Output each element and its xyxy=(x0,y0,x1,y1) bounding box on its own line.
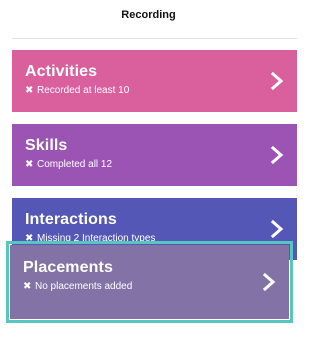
card-status: ✖ Recorded at least 10 xyxy=(25,84,297,97)
card-status: ✖ No placements added xyxy=(23,280,289,293)
chevron-right-icon xyxy=(270,219,284,239)
card-status-text: Completed all 12 xyxy=(37,159,113,170)
card-status-text: No placements added xyxy=(35,281,133,292)
placements-card[interactable]: Placements ✖ No placements added xyxy=(10,245,289,319)
page-title: Recording xyxy=(121,9,176,21)
card-status-text: Recorded at least 10 xyxy=(37,85,130,96)
chevron-right-icon xyxy=(262,272,276,292)
x-icon: ✖ xyxy=(23,281,32,292)
card-title: Activities xyxy=(25,63,98,80)
x-icon: ✖ xyxy=(25,85,34,96)
card-title: Placements xyxy=(23,259,113,276)
card-title: Skills xyxy=(25,137,68,154)
chevron-right-icon xyxy=(270,71,284,91)
card-status: ✖ Completed all 12 xyxy=(25,158,297,171)
recording-screen: Recording Activities ✖ Recorded at least… xyxy=(0,0,297,345)
header-divider xyxy=(12,38,297,39)
activities-card[interactable]: Activities ✖ Recorded at least 10 xyxy=(12,50,297,112)
card-title: Interactions xyxy=(25,211,117,228)
skills-card[interactable]: Skills ✖ Completed all 12 xyxy=(12,124,297,186)
x-icon: ✖ xyxy=(25,159,34,170)
chevron-right-icon xyxy=(270,145,284,165)
